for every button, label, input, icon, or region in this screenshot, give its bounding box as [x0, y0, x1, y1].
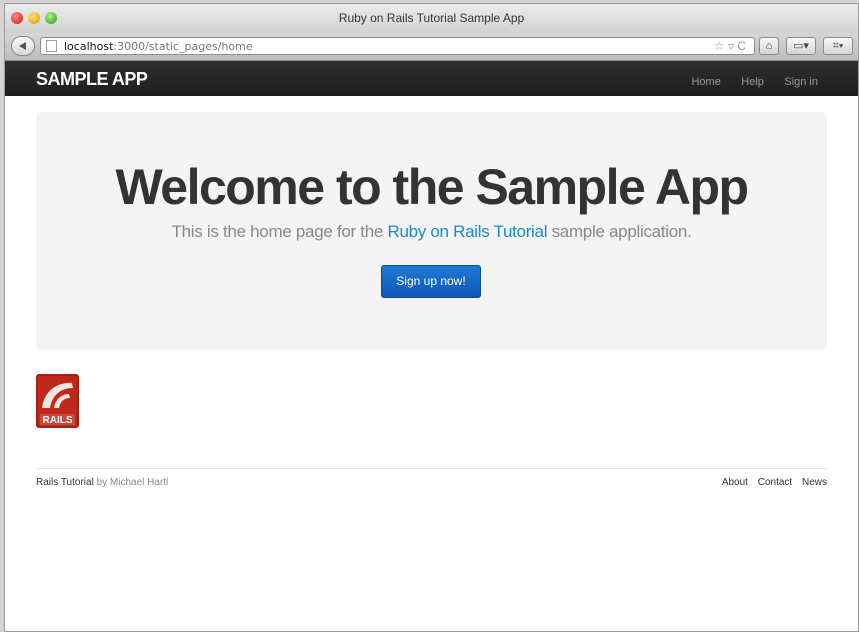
footer-divider [36, 468, 827, 469]
back-arrow-icon [19, 42, 26, 50]
home-button[interactable]: ⌂ [759, 37, 779, 55]
nav-sign-in-link[interactable]: Sign in [784, 76, 818, 88]
hero-heading: Welcome to the Sample App [115, 159, 749, 215]
home-icon: ⌂ [765, 40, 773, 52]
browser-toolbar: localhost:3000/static_pages/home ☆ ▿ C ⌂… [5, 33, 858, 61]
site-navbar: SAMPLE APP Home Help Sign in [5, 61, 858, 96]
footer-news-link[interactable]: News [802, 477, 827, 488]
url-host: localhost [64, 40, 114, 53]
hero-unit: Welcome to the Sample App This is the ho… [36, 112, 827, 350]
page-icon [46, 40, 57, 52]
window-button[interactable]: ▭▾ [786, 37, 816, 55]
footer-author[interactable]: by Michael Hartl [94, 477, 169, 488]
footer-credit: Rails Tutorial by Michael Hartl [36, 477, 168, 488]
browser-window: Ruby on Rails Tutorial Sample App localh… [4, 3, 859, 632]
extensions-button[interactable]: ⌗▾ [823, 37, 853, 55]
address-bar[interactable]: localhost:3000/static_pages/home ☆ ▿ C [40, 37, 755, 55]
url-path: :3000/static_pages/home [113, 40, 253, 53]
rails-tutorial-link[interactable]: Ruby on Rails Tutorial [387, 222, 547, 241]
window-icon: ▭▾ [793, 40, 809, 52]
hero-text: This is the home page for the Ruby on Ra… [36, 222, 827, 242]
rails-logo-image[interactable]: RAILS [36, 374, 79, 428]
footer-contact-link[interactable]: Contact [758, 477, 792, 488]
sign-up-button[interactable]: Sign up now! [381, 265, 481, 298]
nav-home-link[interactable]: Home [691, 76, 720, 88]
nav-links: Home Help Sign in [675, 72, 818, 90]
window-title: Ruby on Rails Tutorial Sample App [338, 11, 525, 25]
footer-about-link[interactable]: About [722, 477, 748, 488]
hero-text-before: This is the home page for the [171, 222, 388, 241]
footer-rails-tutorial-link[interactable]: Rails Tutorial [36, 477, 94, 488]
nav-help-link[interactable]: Help [741, 76, 764, 88]
title-bar: Ruby on Rails Tutorial Sample App [5, 4, 858, 33]
brand-logo[interactable]: SAMPLE APP [36, 69, 148, 90]
bookmark-reload-icons[interactable]: ☆ ▿ C [714, 39, 746, 53]
url-text: localhost:3000/static_pages/home [64, 40, 253, 53]
back-button[interactable] [11, 36, 35, 56]
rails-logo-text: RAILS [43, 415, 73, 426]
footer-links: About Contact News [715, 477, 827, 488]
hero-text-after: sample application. [547, 222, 692, 241]
rails-logo-icon: RAILS [36, 374, 79, 428]
extensions-icon: ⌗▾ [832, 40, 844, 52]
